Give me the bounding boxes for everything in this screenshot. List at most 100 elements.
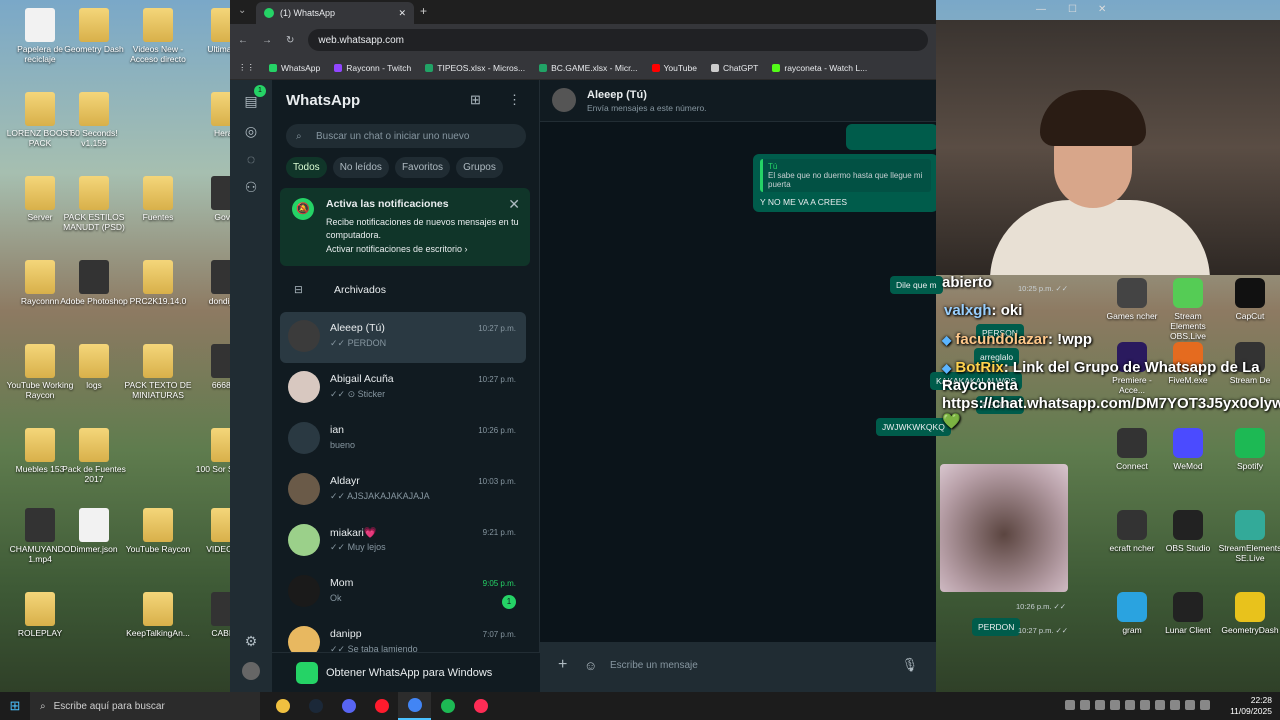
bookmark[interactable]: WhatsApp	[269, 63, 320, 73]
bookmark[interactable]: TIPEOS.xlsx - Micros...	[425, 63, 525, 73]
desktop-icon[interactable]: ROLEPLAY	[4, 592, 76, 639]
desktop-shortcut[interactable]: Connect	[1100, 428, 1164, 471]
chat-list-item[interactable]: Aleeep (Tú) ✓✓ PERDON 10:27 p.m.	[280, 312, 526, 363]
attach-plus-icon[interactable]: +	[558, 656, 567, 674]
new-tab-button[interactable]: +	[420, 4, 427, 18]
message-bubble[interactable]: JWJWKWKQKQ	[876, 418, 951, 436]
forward-icon[interactable]: →	[262, 35, 272, 46]
taskbar-discord-button[interactable]	[332, 692, 365, 720]
chat-list-item[interactable]: Aldayr ✓✓ AJSJAKAJAKAJAJA 10:03 p.m.	[280, 465, 526, 516]
desktop-icon[interactable]: Adobe Photoshop	[58, 260, 130, 307]
taskbar-steam-button[interactable]	[299, 692, 332, 720]
desktop-shortcut[interactable]: Stream Elements OBS.Live	[1156, 278, 1220, 341]
settings-gear-icon[interactable]: ⚙	[242, 632, 260, 650]
filter-chip[interactable]: Grupos	[456, 157, 503, 178]
taskbar-tiktok-button[interactable]	[464, 692, 497, 720]
webcam-shirt	[990, 200, 1210, 275]
sticker-emoji-icon[interactable]: ☺	[584, 658, 597, 673]
message-bubble[interactable]	[846, 124, 936, 150]
tray-icon[interactable]	[1170, 700, 1180, 710]
desktop-shortcut[interactable]: WeMod	[1156, 428, 1220, 471]
desktop-icon[interactable]: Pack de Fuentes 2017	[58, 428, 130, 485]
url-field[interactable]: web.whatsapp.com	[308, 29, 928, 51]
menu-icon[interactable]: ⋮	[508, 92, 521, 108]
enable-notifications-link[interactable]: Activar notificaciones de escritorio ›	[326, 244, 468, 254]
folder-icon	[25, 592, 55, 626]
message-bubble[interactable]: PERDON	[972, 618, 1021, 636]
desktop-shortcut[interactable]: Games ncher	[1100, 278, 1164, 321]
taskbar-search[interactable]: ⌕ Escribe aquí para buscar	[30, 692, 260, 720]
desktop-icon[interactable]: PRC2K19.14.0	[122, 260, 194, 307]
bookmark[interactable]: YouTube	[651, 63, 697, 73]
filter-chip[interactable]: Todos	[286, 157, 327, 178]
tray-icon[interactable]	[1095, 700, 1105, 710]
apps-icon[interactable]: ⋮⋮	[238, 62, 255, 73]
tray-icon[interactable]	[1125, 700, 1135, 710]
mic-icon[interactable]: 🎙	[901, 657, 918, 673]
get-app-banner[interactable]: Obtener WhatsApp para Windows	[272, 652, 540, 692]
desktop-icon[interactable]: logs	[58, 344, 130, 391]
close-tab-icon[interactable]: ✕	[398, 8, 406, 19]
desktop-icon[interactable]: Fuentes	[122, 176, 194, 223]
maximize-icon[interactable]: ☐	[1068, 4, 1077, 15]
desktop-shortcut[interactable]: gram	[1100, 592, 1164, 635]
desktop-icon[interactable]: Geometry Dash	[58, 8, 130, 55]
desktop-shortcut[interactable]: Lunar Client	[1156, 592, 1220, 635]
reload-icon[interactable]: ↻	[286, 35, 294, 46]
tray-icon[interactable]	[1065, 700, 1075, 710]
desktop-icon[interactable]: Dimmer.json	[58, 508, 130, 555]
taskbar-chrome-button[interactable]	[398, 692, 431, 720]
windows-start-icon[interactable]: ⊞	[0, 698, 30, 714]
desktop-shortcut[interactable]: CapCut	[1218, 278, 1280, 321]
conversation-header[interactable]: Aleeep (Tú) Envía mensajes a este número…	[540, 80, 936, 122]
message-bubble[interactable]: Dile que m	[890, 276, 943, 294]
taskbar-opera-button[interactable]	[365, 692, 398, 720]
bookmark[interactable]: BC.GAME.xlsx - Micr...	[539, 63, 638, 73]
desktop-icon[interactable]: KeepTalkingAn...	[122, 592, 194, 639]
desktop-icon[interactable]: Videos New - Acceso directo	[122, 8, 194, 65]
tray-icon[interactable]	[1155, 700, 1165, 710]
close-icon[interactable]: ✕	[508, 196, 520, 213]
minimize-icon[interactable]: —	[1036, 4, 1046, 15]
tray-icon[interactable]	[1110, 700, 1120, 710]
desktop-icon[interactable]: 60 Seconds! v1.159	[58, 92, 130, 149]
sticker-image[interactable]	[940, 464, 1068, 592]
desktop-shortcut[interactable]: StreamElements SE.Live	[1218, 510, 1280, 563]
message-bubble-reply[interactable]: Tú El sabe que no duermo hasta que llegu…	[753, 154, 936, 212]
close-window-icon[interactable]: ✕	[1098, 4, 1106, 15]
tray-icon[interactable]	[1185, 700, 1195, 710]
filter-chip[interactable]: Favoritos	[394, 157, 451, 178]
archived-row[interactable]: ⊟ Archivados	[272, 278, 540, 302]
desktop-shortcut[interactable]: Spotify	[1218, 428, 1280, 471]
desktop-icon[interactable]: PACK ESTILOS MANUDT (PSD)	[58, 176, 130, 233]
tab-search-icon[interactable]: ⌄	[238, 5, 246, 16]
chat-list-item[interactable]: miakari💗 ✓✓ Muy lejos 9:21 p.m.	[280, 516, 526, 567]
chat-list-item[interactable]: ian bueno 10:26 p.m.	[280, 414, 526, 465]
desktop-icon[interactable]: YouTube Raycon	[122, 508, 194, 555]
communities-icon[interactable]: ⚇	[242, 178, 260, 196]
search-input[interactable]: ⌕ Buscar un chat o iniciar uno nuevo	[286, 124, 526, 148]
tab-whatsapp[interactable]: (1) WhatsApp ✕	[256, 2, 414, 24]
chat-list-item[interactable]: Abigail Acuña ✓✓ ⊙ Sticker 10:27 p.m.	[280, 363, 526, 414]
taskbar-file-explorer-button[interactable]	[266, 692, 299, 720]
tray-icon[interactable]	[1200, 700, 1210, 710]
chat-list-item[interactable]: Mom Ok 9:05 p.m. 1	[280, 567, 526, 618]
bookmark[interactable]: ChatGPT	[710, 63, 758, 73]
bookmark[interactable]: rayconeta - Watch L...	[772, 63, 867, 73]
taskbar-spotify-button[interactable]	[431, 692, 464, 720]
profile-avatar[interactable]	[242, 662, 260, 680]
message-input[interactable]: Escribe un mensaje	[610, 660, 698, 671]
status-icon[interactable]: ◎	[242, 122, 260, 140]
new-chat-icon[interactable]: ⊞	[470, 92, 481, 108]
desktop-shortcut[interactable]: ecraft ncher	[1100, 510, 1164, 553]
desktop-shortcut[interactable]: OBS Studio	[1156, 510, 1220, 553]
tray-icon[interactable]	[1140, 700, 1150, 710]
desktop-icon[interactable]: PACK TEXTO DE MINIATURAS	[122, 344, 194, 401]
back-icon[interactable]: ←	[238, 35, 248, 46]
bookmark[interactable]: Rayconn - Twitch	[334, 63, 411, 73]
channels-icon[interactable]: ◌	[242, 150, 260, 168]
clock[interactable]: 22:28 11/09/2025	[1230, 695, 1272, 717]
filter-chip[interactable]: No leídos	[332, 157, 389, 178]
desktop-shortcut[interactable]: GeometryDash	[1218, 592, 1280, 635]
tray-icon[interactable]	[1080, 700, 1090, 710]
